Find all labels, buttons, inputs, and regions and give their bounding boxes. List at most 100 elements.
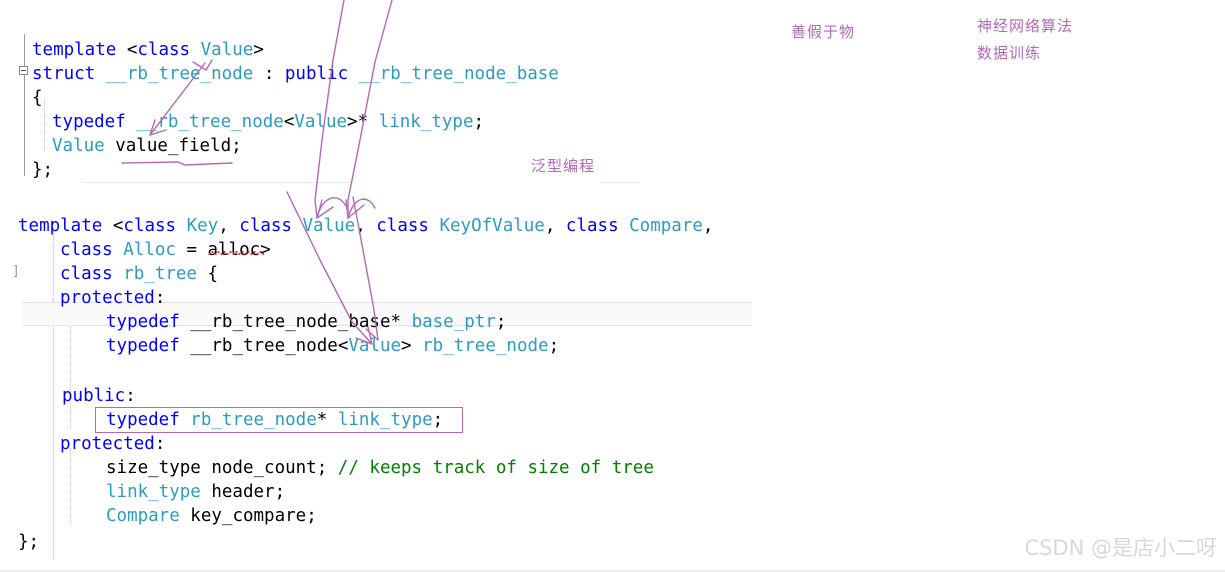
- code-block-1-line-0[interactable]: template <class Value>: [32, 38, 264, 62]
- code-block-2-line-5[interactable]: typedef __rb_tree_node<Value> rb_tree_no…: [106, 334, 559, 358]
- code-block-2-line-12[interactable]: };: [18, 530, 39, 554]
- code-token: public: [284, 64, 359, 84]
- fold-end-marker: ]: [12, 264, 20, 279]
- code-token: :: [125, 386, 136, 406]
- code-block-2-line-6[interactable]: public:: [62, 384, 136, 408]
- code-token: Value: [348, 336, 402, 356]
- code-token: Compare: [629, 216, 703, 236]
- code-token: typedef: [106, 312, 191, 332]
- code-token: ,: [218, 216, 240, 236]
- code-token: template: [32, 40, 127, 60]
- code-token: __rb_tree_node: [136, 112, 284, 132]
- code-token: protected: [60, 288, 155, 308]
- code-token: value_field;: [104, 136, 242, 156]
- code-token: class: [376, 216, 440, 236]
- collapse-toggle-icon[interactable]: [19, 66, 28, 75]
- code-token: struct: [32, 64, 106, 84]
- code-token: size_type: [106, 458, 201, 478]
- code-token: class: [239, 216, 303, 236]
- annotation-leverage-tools: 善假于物: [791, 23, 856, 41]
- code-block-2-line-2[interactable]: class rb_tree {: [60, 262, 218, 286]
- code-block-2-line-11[interactable]: Compare key_compare;: [106, 504, 317, 528]
- code-token: <: [112, 216, 124, 236]
- line-separator-right: [600, 182, 640, 183]
- code-token: rb_tree_node: [422, 336, 549, 356]
- indent-guide-block-2-a: [53, 230, 54, 560]
- code-token: = alloc>: [175, 240, 271, 260]
- code-token: >*: [347, 112, 379, 132]
- code-token: <: [337, 336, 349, 356]
- indent-guide-block-1: [44, 100, 45, 152]
- code-token: header;: [200, 482, 286, 502]
- code-token: ,: [544, 216, 566, 236]
- code-token: link_type: [378, 112, 474, 132]
- code-block-2-line-4[interactable]: typedef __rb_tree_node_base* base_ptr;: [106, 310, 506, 334]
- code-token: };: [32, 160, 54, 180]
- code-block-1-line-4[interactable]: Value value_field;: [52, 134, 242, 158]
- code-token: {: [196, 264, 219, 284]
- code-token: Compare: [106, 506, 180, 526]
- code-token: protected: [60, 434, 155, 454]
- code-token: >: [253, 40, 264, 60]
- code-token: };: [18, 532, 40, 552]
- code-token: node_count;: [200, 458, 338, 478]
- code-token: __rb_tree_node_base: [358, 64, 559, 84]
- code-token: typedef: [106, 336, 191, 356]
- code-token: Value: [302, 216, 356, 236]
- code-token: <: [126, 40, 138, 60]
- indent-guide-block-2-c: [70, 448, 71, 524]
- code-token: KeyOfValue: [439, 216, 545, 236]
- code-token: key_compare;: [179, 506, 317, 526]
- code-token: ;: [473, 112, 485, 132]
- code-token: ,: [702, 216, 714, 236]
- annotation-box-link-type: [95, 407, 463, 433]
- code-token: Key: [186, 216, 219, 236]
- code-block-2-line-9[interactable]: size_type node_count; // keeps track of …: [106, 456, 654, 480]
- annotation-neural-network: 神经网络算法: [977, 17, 1074, 35]
- code-token: >: [401, 336, 423, 356]
- code-token: <: [283, 112, 295, 132]
- code-token: ;: [548, 336, 560, 356]
- code-token: rb_tree: [123, 264, 197, 284]
- code-block-1-line-2[interactable]: {: [32, 86, 43, 110]
- code-token: :: [253, 64, 285, 84]
- code-block-1-line-5[interactable]: };: [32, 158, 53, 182]
- code-token: __rb_tree_node_base: [190, 312, 391, 332]
- code-token: Alloc: [123, 240, 176, 260]
- code-token: {: [32, 88, 43, 108]
- csdn-watermark: CSDN @是店小二呀: [1024, 536, 1217, 560]
- code-block-1-line-1[interactable]: struct __rb_tree_node : public __rb_tree…: [32, 62, 559, 86]
- code-token: __rb_tree_node: [105, 64, 254, 84]
- code-token: class: [60, 264, 124, 284]
- annotation-generic-programming: 泛型编程: [531, 157, 596, 175]
- code-editor-pane[interactable]: ] template <class Value> struct __rb_tree…: [0, 0, 760, 572]
- code-token: // keeps track of size of tree: [337, 458, 654, 478]
- spellcheck-squiggle: [208, 251, 264, 255]
- code-token: Value: [52, 136, 105, 156]
- code-token: class: [123, 216, 187, 236]
- code-block-2-line-3[interactable]: protected:: [60, 286, 165, 310]
- annotation-data-training: 数据训练: [977, 44, 1042, 62]
- code-token: Value: [200, 40, 254, 60]
- code-token: link_type: [106, 482, 201, 502]
- code-block-1-line-3[interactable]: typedef __rb_tree_node<Value>* link_type…: [52, 110, 484, 134]
- screenshot-root: ] template <class Value> struct __rb_tree…: [0, 0, 1225, 572]
- code-token: *: [390, 312, 412, 332]
- code-token: Value: [294, 112, 348, 132]
- code-block-2-line-1[interactable]: class Alloc = alloc>: [60, 238, 271, 262]
- code-token: typedef: [52, 112, 137, 132]
- line-separator-above-block-1-end: [82, 182, 352, 183]
- code-token: class: [137, 40, 201, 60]
- code-token: :: [154, 288, 166, 308]
- code-token: :: [154, 434, 166, 454]
- code-block-2-line-10[interactable]: link_type header;: [106, 480, 285, 504]
- code-token: ,: [355, 216, 377, 236]
- code-token: ;: [495, 312, 507, 332]
- code-token: class: [565, 216, 630, 236]
- code-block-1-left-bar: [24, 34, 25, 176]
- code-token: base_ptr: [411, 312, 496, 332]
- code-block-2-line-0[interactable]: template <class Key, class Value, class …: [18, 214, 713, 238]
- code-token: class: [60, 240, 124, 260]
- code-token: public: [62, 386, 126, 406]
- code-block-2-line-8[interactable]: protected:: [60, 432, 165, 456]
